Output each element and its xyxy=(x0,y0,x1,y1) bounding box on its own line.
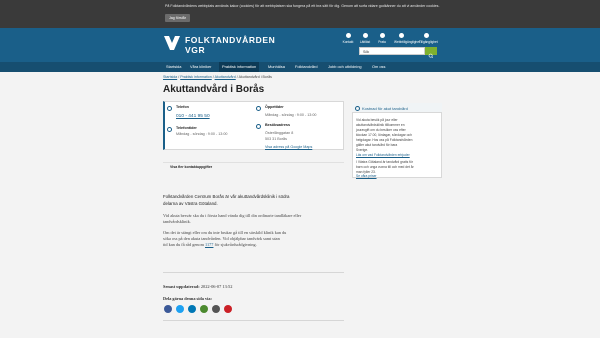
facebook-icon[interactable] xyxy=(164,305,172,313)
cost-info-line: gäller akut tandvård för bara xyxy=(356,143,398,147)
cookie-text: På Folktandvårdens webbplats används kak… xyxy=(165,4,440,8)
cost-info-line: I Västra Götaland är tandvård gratis för xyxy=(356,160,413,164)
location-icon xyxy=(256,124,261,129)
phone-hours-label: Telefontider xyxy=(176,126,197,130)
last-updated: Senast uppdaterad: 2022-06-07 13:52 xyxy=(163,284,233,289)
intro-line: Folktandvården Centrum Borås är vår akut… xyxy=(163,194,290,199)
cost-info-line: klockan 17.00, lördagar, söndagar och xyxy=(356,133,412,137)
nav-folktandvard[interactable]: Folktandvård xyxy=(295,62,318,72)
folktandvarden-link[interactable]: Läs om vad Folktandvården erbjuder xyxy=(356,153,410,157)
logo-text[interactable]: FOLKTANDVÅRDEN xyxy=(185,35,275,45)
prices-link[interactable]: Se våra priser xyxy=(356,174,377,178)
cost-info-line: barn och unga vuxna till och med det år xyxy=(356,165,414,169)
accessibility-link[interactable]: Tillgänglighet xyxy=(419,33,438,44)
accessibility-icon xyxy=(423,33,429,38)
email-icon[interactable] xyxy=(200,305,208,313)
phone-icon xyxy=(167,106,172,111)
more-contacts-label: Visa fler kontaktuppgifter xyxy=(170,165,213,169)
open-hours: Måndag - söndag : 9:00 - 13:00 xyxy=(265,113,317,117)
visit-address-label: Besöksadress xyxy=(265,123,291,127)
paragraph-line: Om det är stängt eller om du inte brukar… xyxy=(163,230,287,235)
intro-line: delarna av Västra Götaland. xyxy=(163,201,218,206)
page-title: Akuttandvård i Borås xyxy=(163,84,265,95)
search-icon xyxy=(428,53,434,59)
cookie-accept-button[interactable]: Jag förstår xyxy=(165,14,190,22)
link-1177[interactable]: 1177 xyxy=(205,242,213,247)
breadcrumb-current: Akuttandvård i Borås xyxy=(238,75,272,79)
cost-info-line: jouravgift om du besöker oss efter xyxy=(356,128,406,132)
nav-om-oss[interactable]: Om oss xyxy=(372,62,385,72)
cost-info-line: helgdagar. Hos oss på Folktandvården xyxy=(356,138,413,142)
twitter-icon[interactable] xyxy=(176,305,184,313)
phone-hours: Måndag - söndag : 9:00 - 13:00 xyxy=(176,132,228,136)
street: Österlånggatan 8 xyxy=(265,131,294,135)
breadcrumb: Startsida / Praktisk information / Akutt… xyxy=(163,75,272,79)
more-contacts-toggle[interactable]: Visa fler kontaktuppgifter xyxy=(163,162,344,172)
paragraph-line: tid kan du få råd genom 1177 för sjukvår… xyxy=(163,242,257,247)
google-maps-link[interactable]: Visa adress på Google Maps xyxy=(265,145,312,149)
globe-icon xyxy=(398,33,404,38)
city: 503 31 Borås xyxy=(265,137,287,141)
nav-praktisk-information[interactable]: Praktisk information xyxy=(219,62,260,72)
paragraph-line: tandvårdsklinik. xyxy=(163,219,191,224)
contact-link[interactable]: Kontakt xyxy=(341,33,355,44)
easy-read-link[interactable]: Lättläst xyxy=(358,33,372,44)
pinterest-icon[interactable] xyxy=(224,305,232,313)
speak-link[interactable]: Prata xyxy=(375,33,389,44)
person-icon xyxy=(345,33,351,38)
tooth-logo-icon[interactable] xyxy=(163,34,181,52)
speech-icon xyxy=(379,33,385,38)
nav-munhalsa[interactable]: Munhälsa xyxy=(268,62,285,72)
nav-vara-kliniker[interactable]: Våra kliniker xyxy=(190,62,211,72)
breadcrumb-startsida[interactable]: Startsida xyxy=(163,75,177,79)
web-accessibility-link[interactable]: Webbtillgänglighet xyxy=(394,33,420,44)
divider xyxy=(163,320,344,321)
cost-info-title: Kostnad för akut tandvård xyxy=(362,106,408,111)
site-header xyxy=(0,28,600,62)
paragraph-line: söka oss på den akuta tandvården. Vid oh… xyxy=(163,236,280,241)
cost-info-line: akuttandvårdsklinik tillkommer en xyxy=(356,123,405,127)
divider xyxy=(163,272,344,273)
clock-icon xyxy=(256,106,261,111)
nav-jobb[interactable]: Jobb och utbildning xyxy=(328,62,362,72)
open-hours-label: Öppettider xyxy=(265,105,284,109)
phone-number[interactable]: 010 - 441 95 50 xyxy=(176,114,210,119)
linkedin-icon[interactable] xyxy=(188,305,196,313)
share-label: Dela gärna denna sida via: xyxy=(163,296,212,301)
clock-icon xyxy=(167,127,172,132)
nav-startsida[interactable]: Startsida xyxy=(166,62,181,72)
search-button[interactable] xyxy=(425,47,437,59)
logo-subtext[interactable]: VGR xyxy=(185,45,205,55)
paragraph-line: Vid akuta besvär ska du i första hand vä… xyxy=(163,213,302,218)
breadcrumb-praktisk[interactable]: Praktisk information xyxy=(180,75,212,79)
cost-info-line: Sverige. xyxy=(356,148,369,152)
breadcrumb-akuttandvard[interactable]: Akuttandvård xyxy=(215,75,236,79)
cost-info-line: Vid akuta besök på jour eller xyxy=(356,118,398,122)
info-icon xyxy=(355,106,360,111)
print-icon[interactable] xyxy=(212,305,220,313)
phone-label: Telefon xyxy=(176,105,189,109)
search-input[interactable]: Sök xyxy=(359,47,425,55)
book-icon xyxy=(362,33,368,38)
